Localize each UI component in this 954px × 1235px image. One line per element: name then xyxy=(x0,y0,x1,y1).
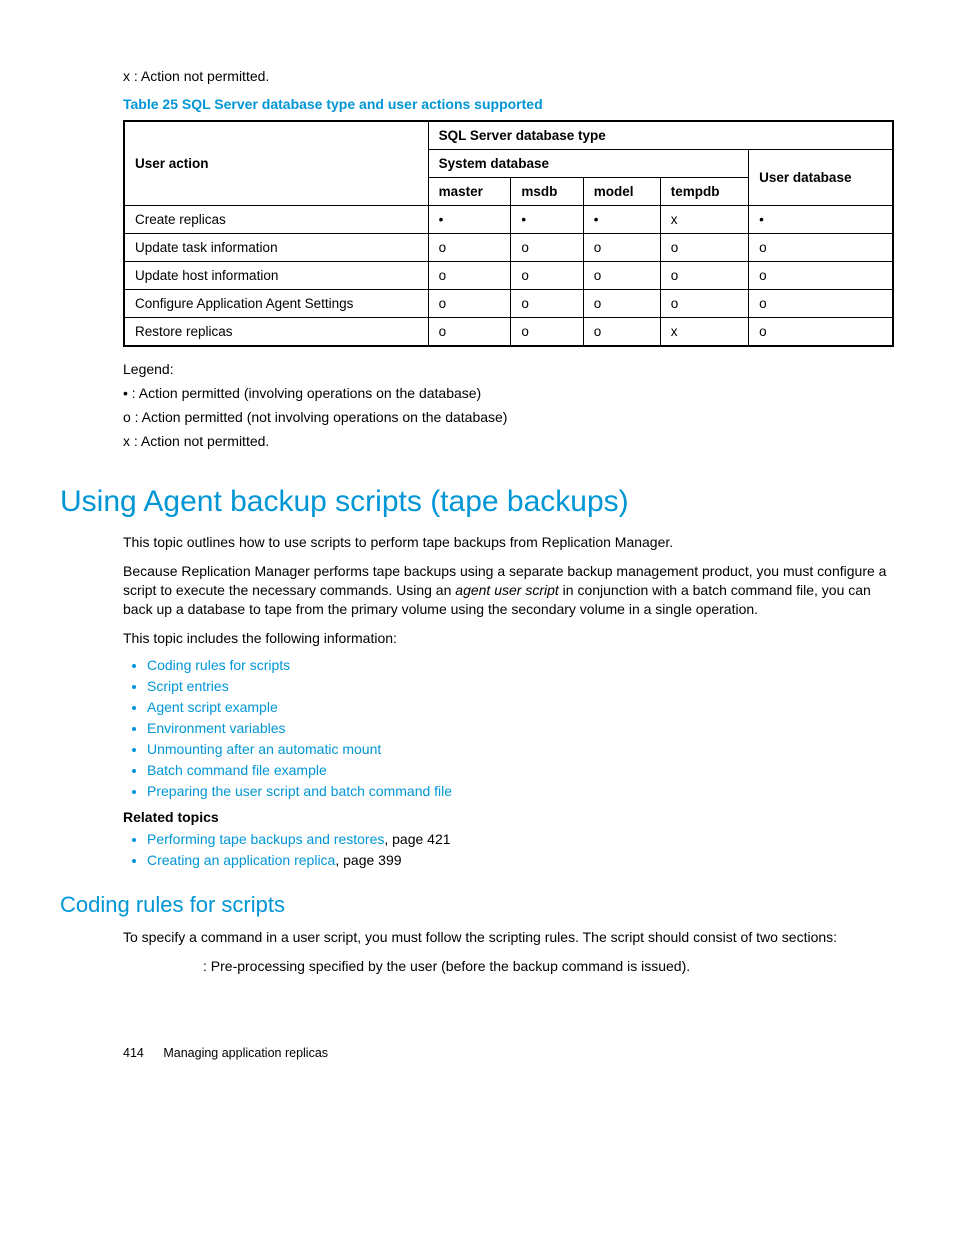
list-item: Creating an application replica, page 39… xyxy=(147,852,894,868)
list-item: Coding rules for scripts xyxy=(147,657,894,673)
page-footer: 414 Managing application replicas xyxy=(123,1046,894,1060)
paragraph: To specify a command in a user script, y… xyxy=(123,928,894,947)
list-item: Environment variables xyxy=(147,720,894,736)
list-item: Agent script example xyxy=(147,699,894,715)
topic-link[interactable]: Environment variables xyxy=(147,720,286,736)
col-tempdb: tempdb xyxy=(660,178,748,206)
topic-link[interactable]: Batch command file example xyxy=(147,762,327,778)
subsection-body: To specify a command in a user script, y… xyxy=(123,928,894,976)
topic-link[interactable]: Script entries xyxy=(147,678,229,694)
cell: o xyxy=(749,290,893,318)
col-model: model xyxy=(583,178,660,206)
table-row: Restore replicas o o o x o xyxy=(124,318,893,347)
table-row: Configure Application Agent Settings o o… xyxy=(124,290,893,318)
list-item: Preparing the user script and batch comm… xyxy=(147,783,894,799)
table-caption: Table 25 SQL Server database type and us… xyxy=(123,96,894,112)
topic-link[interactable]: Unmounting after an automatic mount xyxy=(147,741,381,757)
list-item: Batch command file example xyxy=(147,762,894,778)
cell: o xyxy=(660,290,748,318)
cell: o xyxy=(749,262,893,290)
cell: o xyxy=(583,290,660,318)
table-row: Create replicas • • • x • xyxy=(124,206,893,234)
legend-item: o : Action permitted (not involving oper… xyxy=(123,409,894,425)
paragraph: Because Replication Manager performs tap… xyxy=(123,562,894,619)
cell: o xyxy=(749,234,893,262)
col-user-action: User action xyxy=(124,121,428,206)
cell: o xyxy=(511,262,583,290)
cell: o xyxy=(511,290,583,318)
row-label: Update host information xyxy=(124,262,428,290)
page-number: 414 xyxy=(123,1046,144,1060)
paragraph: This topic includes the following inform… xyxy=(123,629,894,648)
cell: o xyxy=(428,262,511,290)
cell: o xyxy=(428,234,511,262)
table-row: Update task information o o o o o xyxy=(124,234,893,262)
cell: x xyxy=(660,318,748,347)
document-page: x : Action not permitted. Table 25 SQL S… xyxy=(0,0,954,1100)
cell: o xyxy=(583,234,660,262)
legend-item: x : Action not permitted. xyxy=(123,433,894,449)
cell: o xyxy=(428,290,511,318)
col-user-db: User database xyxy=(749,150,893,206)
action-not-permitted-note: x : Action not permitted. xyxy=(123,68,894,84)
section-heading: Using Agent backup scripts (tape backups… xyxy=(60,485,894,519)
cell: o xyxy=(660,262,748,290)
sql-actions-table: User action SQL Server database type Sys… xyxy=(123,120,894,347)
cell: • xyxy=(749,206,893,234)
related-link[interactable]: Creating an application replica xyxy=(147,852,335,868)
page-ref: , page 421 xyxy=(384,831,450,847)
section-body: This topic outlines how to use scripts t… xyxy=(123,533,894,868)
cell: • xyxy=(583,206,660,234)
col-master: master xyxy=(428,178,511,206)
row-label: Restore replicas xyxy=(124,318,428,347)
col-sql-type: SQL Server database type xyxy=(428,121,893,150)
subsection-heading: Coding rules for scripts xyxy=(60,892,894,918)
cell: o xyxy=(583,318,660,347)
col-msdb: msdb xyxy=(511,178,583,206)
row-label: Configure Application Agent Settings xyxy=(124,290,428,318)
intro-paragraph: This topic outlines how to use scripts t… xyxy=(123,533,894,552)
top-note-block: x : Action not permitted. Table 25 SQL S… xyxy=(123,68,894,449)
list-item: Unmounting after an automatic mount xyxy=(147,741,894,757)
topic-link[interactable]: Coding rules for scripts xyxy=(147,657,290,673)
cell: o xyxy=(749,318,893,347)
italic-term: agent user script xyxy=(455,582,559,598)
cell: o xyxy=(511,234,583,262)
row-label: Create replicas xyxy=(124,206,428,234)
footer-title: Managing application replicas xyxy=(163,1046,328,1060)
pre-section-description: : Pre-processing specified by the user (… xyxy=(203,957,894,976)
cell: o xyxy=(511,318,583,347)
list-item: Script entries xyxy=(147,678,894,694)
related-link-list: Performing tape backups and restores, pa… xyxy=(123,831,894,868)
col-system-db: System database xyxy=(428,150,749,178)
cell: • xyxy=(428,206,511,234)
related-topics-heading: Related topics xyxy=(123,809,894,825)
topic-link[interactable]: Agent script example xyxy=(147,699,278,715)
cell: • xyxy=(511,206,583,234)
row-label: Update task information xyxy=(124,234,428,262)
topic-link-list: Coding rules for scripts Script entries … xyxy=(123,657,894,799)
related-link[interactable]: Performing tape backups and restores xyxy=(147,831,384,847)
legend-item: • : Action permitted (involving operatio… xyxy=(123,385,894,401)
legend-title: Legend: xyxy=(123,361,894,377)
page-ref: , page 399 xyxy=(335,852,401,868)
cell: o xyxy=(428,318,511,347)
list-item: Performing tape backups and restores, pa… xyxy=(147,831,894,847)
cell: o xyxy=(583,262,660,290)
cell: o xyxy=(660,234,748,262)
cell: x xyxy=(660,206,748,234)
topic-link[interactable]: Preparing the user script and batch comm… xyxy=(147,783,452,799)
table-row: Update host information o o o o o xyxy=(124,262,893,290)
